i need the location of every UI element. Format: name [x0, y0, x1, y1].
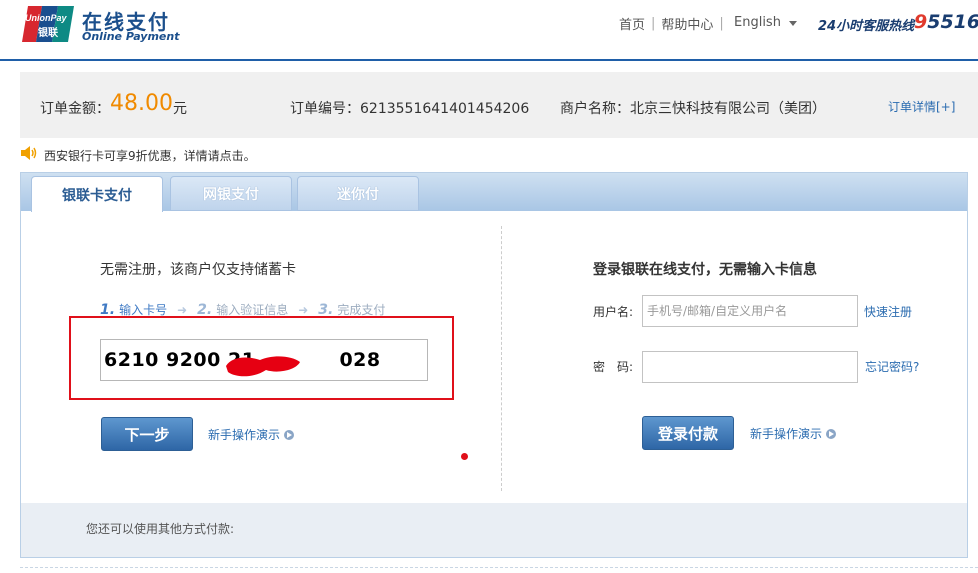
username-label: 用户名: [593, 305, 634, 319]
step-arrow-icon: ➜ [298, 302, 309, 317]
nav-separator: | [719, 16, 724, 31]
demo-link-right-label: 新手操作演示 [750, 427, 823, 441]
nav-home-link[interactable]: 首页 [619, 14, 645, 33]
order-number: 订单编号：6213551641401454206 [290, 98, 529, 118]
password-label: 密 码: [593, 360, 634, 374]
order-amount-label: 订单金额： [40, 101, 110, 117]
logo-subtitle: Online Payment [82, 30, 180, 43]
card-number-highlight-box [69, 316, 454, 400]
demo-link-right[interactable]: 新手操作演示 [750, 425, 837, 442]
hotline-number-first-digit: 9 [914, 11, 928, 33]
logo-text-bottom: 银联 [38, 26, 58, 39]
logo-text-top: UnionPay [25, 13, 68, 23]
hotline-number-rest: 5516 [927, 11, 978, 33]
hotline-number: 95516 [914, 11, 978, 33]
hotline-label: 24小时客服热线 [818, 19, 915, 34]
language-selector[interactable]: English [734, 15, 781, 30]
speaker-icon [21, 146, 37, 160]
play-icon [284, 429, 295, 440]
merchant-name: 商户名称：北京三快科技有限公司（美团） [560, 98, 826, 118]
order-amount: 48.00 [110, 91, 173, 116]
forgot-password-link[interactable]: 忘记密码? [865, 358, 919, 375]
nav-separator: | [651, 16, 656, 31]
panel-divider [501, 226, 502, 491]
demo-link-left-label: 新手操作演示 [208, 428, 281, 442]
order-number-label: 订单编号： [290, 101, 360, 117]
order-number-value: 6213551641401454206 [360, 101, 530, 117]
unionpay-logo: UnionPay 银联 [22, 6, 74, 42]
next-step-button[interactable]: 下一步 [101, 417, 193, 451]
header-divider [0, 59, 978, 61]
password-input[interactable] [642, 351, 858, 383]
red-dot-marker [461, 453, 468, 460]
tab-unionpay-card[interactable]: 银联卡支付 [31, 176, 163, 212]
tab-mini-pay[interactable]: 迷你付 [297, 176, 419, 211]
username-input[interactable] [642, 295, 858, 327]
quick-register-link[interactable]: 快速注册 [864, 303, 912, 320]
top-nav: 首页 | 帮助中心 | [619, 14, 730, 33]
play-icon [826, 428, 837, 439]
merchant-value: 北京三快科技有限公司（美团） [630, 101, 826, 117]
chevron-down-icon[interactable] [789, 21, 797, 26]
tab-online-banking[interactable]: 网银支付 [170, 176, 292, 211]
order-details-link[interactable]: 订单详情[+] [888, 98, 955, 115]
demo-link-left[interactable]: 新手操作演示 [208, 426, 295, 443]
card-pay-title: 无需注册，该商户仅支持储蓄卡 [100, 262, 296, 278]
bottom-divider [20, 567, 978, 568]
nav-help-link[interactable]: 帮助中心 [661, 14, 713, 33]
promo-notice[interactable]: 西安银行卡可享9折优惠，详情请点击。 [44, 147, 256, 164]
login-pay-button[interactable]: 登录付款 [642, 416, 734, 450]
other-methods-text: 您还可以使用其他方式付款: [86, 522, 235, 536]
step-arrow-icon: ➜ [177, 302, 188, 317]
currency-unit: 元 [173, 101, 187, 117]
merchant-label: 商户名称： [560, 101, 630, 117]
login-title: 登录银联在线支付，无需输入卡信息 [593, 262, 817, 278]
